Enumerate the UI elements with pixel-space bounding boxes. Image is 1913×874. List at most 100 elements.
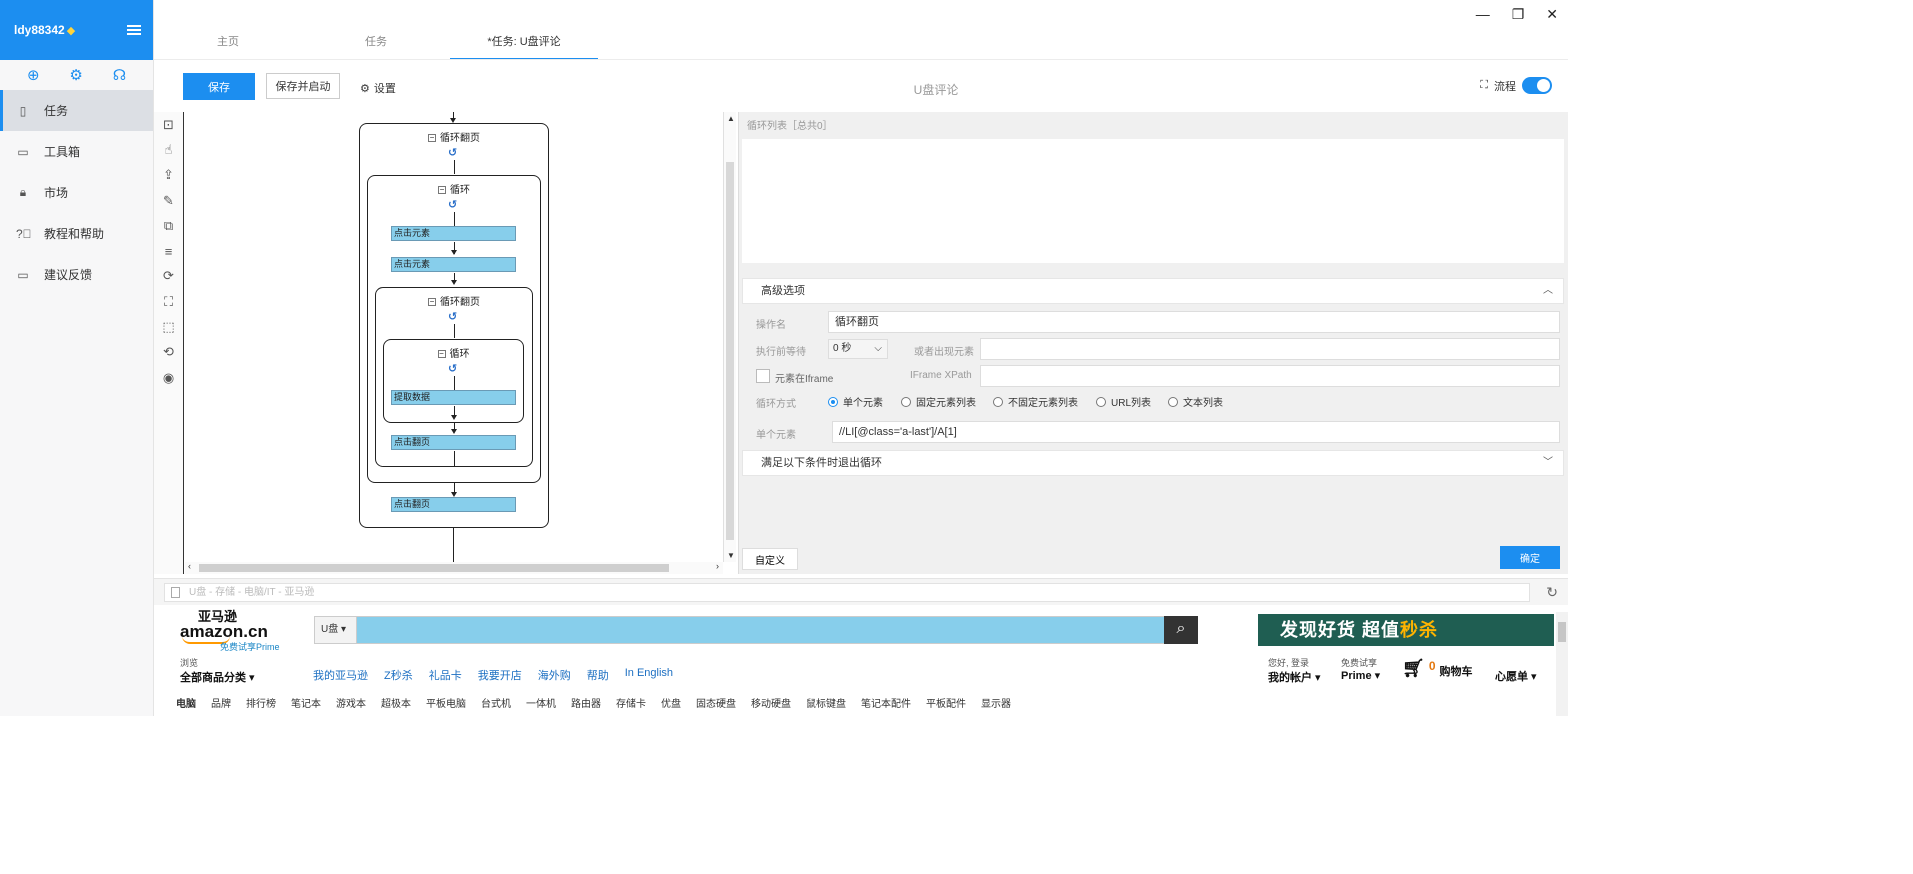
sidebar-item-help[interactable]: ?⃝ 教程和帮助 xyxy=(0,213,153,254)
category-link[interactable]: 一体机 xyxy=(526,695,556,710)
collapse-icon[interactable]: − xyxy=(438,186,446,195)
gear-icon[interactable]: ⚙ xyxy=(69,66,82,84)
account-menu[interactable]: 您好, 登录 我的帐户 ▾ xyxy=(1268,656,1321,685)
settings-button[interactable]: ⚙ 设置 xyxy=(360,80,396,96)
op-name-input[interactable]: 循环翻页 xyxy=(828,311,1560,333)
nav-link[interactable]: 礼品卡 xyxy=(429,667,462,683)
appear-element-input[interactable] xyxy=(980,338,1560,360)
tab-tasks[interactable]: 任务 xyxy=(302,26,450,60)
nav-link[interactable]: 我的亚马逊 xyxy=(313,667,368,683)
scrollbar-thumb[interactable] xyxy=(1558,622,1566,642)
open-page-icon[interactable]: ⊡ xyxy=(154,112,183,137)
tab-current-task[interactable]: *任务: U盘评论 xyxy=(450,26,598,60)
stop-icon[interactable]: ◉ xyxy=(154,365,183,390)
radio-url-list[interactable]: URL列表 xyxy=(1096,394,1151,409)
nav-link[interactable]: 帮助 xyxy=(587,667,609,683)
node-click-next-page[interactable]: 点击翻页 xyxy=(391,497,516,512)
flow-icon[interactable]: ⛶ xyxy=(154,289,183,314)
search-department-select[interactable]: U盘 ▾ xyxy=(315,617,357,643)
category-link[interactable]: 路由器 xyxy=(571,695,601,710)
sidebar-item-market[interactable]: 🔒︎ 市场 xyxy=(0,172,153,213)
scrollbar-thumb[interactable] xyxy=(726,162,734,540)
flow-toggle[interactable] xyxy=(1522,77,1552,94)
click-icon[interactable]: ☝ xyxy=(154,137,183,162)
category-link[interactable]: 游戏本 xyxy=(336,695,366,710)
scroll-left-icon[interactable]: ‹ xyxy=(188,561,191,571)
category-link[interactable]: 优盘 xyxy=(661,695,681,710)
category-link[interactable]: 品牌 xyxy=(211,695,231,710)
collapse-icon[interactable]: − xyxy=(428,134,436,143)
confirm-button[interactable]: 确定 xyxy=(1500,546,1560,569)
minimize-icon[interactable]: — xyxy=(1476,6,1490,23)
category-link[interactable]: 存储卡 xyxy=(616,695,646,710)
tab-home[interactable]: 主页 xyxy=(154,26,302,60)
node-click-next-page[interactable]: 点击翻页 xyxy=(391,435,516,450)
category-link[interactable]: 鼠标键盘 xyxy=(806,695,846,710)
exit-condition-header[interactable]: 满足以下条件时退出循环 ﹀ xyxy=(742,450,1564,476)
mouse-move-icon[interactable]: ⬚ xyxy=(154,314,183,339)
loop-block-outer[interactable]: −循环翻页 ↺ −循环 ↺ 点击元素 点击元素 −循环翻页 ↺ −循环 xyxy=(359,123,549,528)
collapse-icon[interactable]: − xyxy=(437,350,446,359)
restore-icon[interactable]: ❐ xyxy=(1512,6,1525,23)
category-link[interactable]: 笔记本 xyxy=(291,695,321,710)
node-extract-data[interactable]: 提取数据 xyxy=(391,390,516,405)
extract-icon[interactable]: ⇪ xyxy=(154,163,183,188)
loop-icon[interactable]: ≡ xyxy=(154,238,183,263)
nav-link[interactable]: In English xyxy=(625,667,673,683)
scrollbar-thumb[interactable] xyxy=(199,564,669,572)
search-input[interactable] xyxy=(359,617,1163,643)
category-link[interactable]: 平板配件 xyxy=(926,695,966,710)
advanced-options-header[interactable]: 高级选项 ︿ xyxy=(742,278,1564,304)
wishlist-menu[interactable]: 心愿单 ▾ xyxy=(1495,668,1537,684)
sidebar-item-feedback[interactable]: ▭ 建议反馈 xyxy=(0,254,153,295)
canvas-vertical-scrollbar[interactable]: ▲ ▼ xyxy=(723,112,736,562)
radio-unfixed-list[interactable]: 不固定元素列表 xyxy=(993,394,1078,409)
custom-button[interactable]: 自定义 xyxy=(742,548,798,570)
save-button[interactable]: 保存 xyxy=(183,73,255,100)
username[interactable]: ldy88342 ◆ xyxy=(14,23,75,37)
iframe-checkbox[interactable] xyxy=(756,369,770,383)
single-element-xpath-input[interactable]: //LI[@class='a-last']/A[1] xyxy=(832,421,1560,443)
save-and-start-button[interactable]: 保存并启动 xyxy=(266,73,340,99)
category-link[interactable]: 显示器 xyxy=(981,695,1011,710)
scroll-up-icon[interactable]: ▲ xyxy=(727,114,735,123)
cart-button[interactable]: 🛒︎ 0 购物车 xyxy=(1402,658,1473,679)
iframe-xpath-input[interactable] xyxy=(980,365,1560,387)
condition-icon[interactable]: ⟳ xyxy=(154,264,183,289)
page-scrollbar[interactable] xyxy=(1556,612,1568,716)
address-input[interactable]: U盘 - 存储 - 电脑/IT - 亚马逊 xyxy=(164,583,1530,602)
wait-select[interactable]: 0 秒 ⌵ xyxy=(828,339,888,359)
switch-icon[interactable]: ⧉ xyxy=(154,213,183,238)
prime-trial-link[interactable]: 免费试享Prime xyxy=(220,640,280,653)
menu-icon[interactable] xyxy=(127,25,141,35)
node-click-element[interactable]: 点击元素 xyxy=(391,226,516,241)
sidebar-item-toolbox[interactable]: ▭ 工具箱 xyxy=(0,131,153,172)
prime-menu[interactable]: 免费试享 Prime ▾ xyxy=(1341,656,1380,682)
category-link[interactable]: 平板电脑 xyxy=(426,695,466,710)
loop-block[interactable]: − 循环 ↺ 点击元素 点击元素 − 循环翻页 ↺ − 循环 ↺ 提取数据 点击… xyxy=(367,175,541,483)
close-icon[interactable]: ✕ xyxy=(1546,6,1558,23)
loop-block[interactable]: − 循环 ↺ 提取数据 xyxy=(383,339,524,423)
node-click-element[interactable]: 点击元素 xyxy=(391,257,516,272)
headset-icon[interactable]: ☊ xyxy=(113,66,126,84)
radio-text-list[interactable]: 文本列表 xyxy=(1168,394,1223,409)
nav-link[interactable]: 我要开店 xyxy=(478,667,522,683)
scroll-down-icon[interactable]: ▼ xyxy=(727,551,735,560)
nav-link[interactable]: 海外购 xyxy=(538,667,571,683)
loop-block-inner[interactable]: − 循环翻页 ↺ − 循环 ↺ 提取数据 点击翻页 xyxy=(375,287,533,467)
nav-link[interactable]: Z秒杀 xyxy=(384,667,413,683)
collapse-icon[interactable]: − xyxy=(428,298,436,307)
amazon-logo[interactable]: 亚马逊 amazon.cn 免费试享Prime xyxy=(180,610,290,652)
search-icon[interactable]: ⌕ xyxy=(1164,616,1198,644)
radio-fixed-list[interactable]: 固定元素列表 xyxy=(901,394,976,409)
loop-list[interactable] xyxy=(742,139,1564,263)
sidebar-item-tasks[interactable]: ▯ 任务 xyxy=(0,90,153,131)
category-link[interactable]: 笔记本配件 xyxy=(861,695,911,710)
promo-banner[interactable]: 发现好货 超值秒杀 xyxy=(1258,614,1554,646)
category-link[interactable]: 移动硬盘 xyxy=(751,695,791,710)
flow-canvas[interactable]: −循环翻页 ↺ −循环 ↺ 点击元素 点击元素 −循环翻页 ↺ −循环 xyxy=(185,112,723,562)
scroll-right-icon[interactable]: › xyxy=(716,561,719,571)
reload-icon[interactable]: ↻ xyxy=(1546,584,1558,601)
wait-icon[interactable]: ⟲ xyxy=(154,340,183,365)
category-link[interactable]: 固态硬盘 xyxy=(696,695,736,710)
